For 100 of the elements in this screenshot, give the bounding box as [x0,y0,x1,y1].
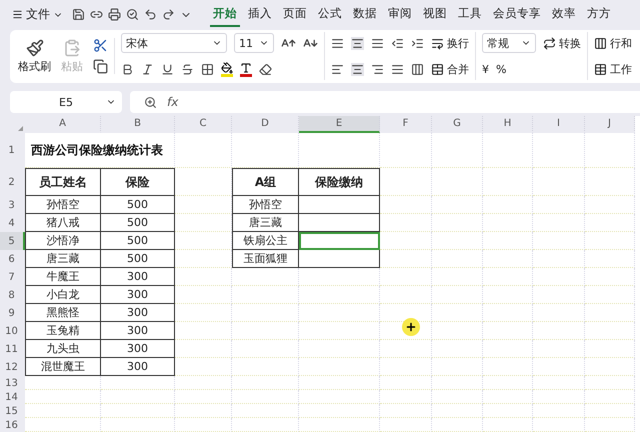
empty-cell[interactable] [483,404,533,418]
ribbon-tab[interactable]: 开始 [210,2,240,28]
empty-cell[interactable] [585,133,635,168]
empty-cell[interactable] [585,322,635,340]
indent-decrease-icon[interactable] [391,36,404,50]
column-header[interactable]: E [299,116,380,133]
empty-cell[interactable] [299,358,380,376]
empty-cell[interactable] [533,304,585,322]
number-format-select[interactable]: 常规 [482,33,536,54]
row-header[interactable]: 13 [0,376,25,390]
empty-cell[interactable] [533,418,585,432]
row-header[interactable]: 5 [0,232,25,250]
empty-cell[interactable] [299,390,380,404]
row-header[interactable]: 3 [0,196,25,214]
empty-cell[interactable] [585,196,635,214]
empty-cell[interactable] [101,390,175,404]
column-header[interactable]: B [101,116,175,133]
empty-cell[interactable] [299,404,380,418]
empty-cell[interactable] [585,304,635,322]
column-header[interactable]: I [533,116,585,133]
empty-cell[interactable] [585,404,635,418]
empty-cell[interactable] [175,418,232,432]
empty-cell[interactable] [585,250,635,268]
empty-cell[interactable] [533,404,585,418]
empty-cell[interactable] [533,168,585,196]
column-header[interactable]: G [432,116,483,133]
strikethrough-icon[interactable] [181,62,194,76]
indent-increase-icon[interactable] [411,36,424,50]
empty-cell[interactable] [432,376,483,390]
percent-button[interactable]: % [496,62,506,76]
empty-cell[interactable] [175,376,232,390]
empty-cell[interactable] [483,268,533,286]
align-middle-icon[interactable] [351,36,364,50]
empty-cell[interactable] [432,133,483,168]
print-icon[interactable] [108,8,121,22]
row-header[interactable]: 8 [0,286,25,304]
active-cell[interactable] [299,232,380,250]
empty-cell[interactable] [585,268,635,286]
empty-cell[interactable] [432,250,483,268]
bold-icon[interactable] [121,62,134,76]
empty-cell[interactable] [483,340,533,358]
row-header[interactable]: 12 [0,358,25,376]
justify-icon[interactable] [391,62,404,76]
empty-cell[interactable] [432,304,483,322]
empty-cell[interactable] [432,214,483,232]
empty-cell[interactable] [585,214,635,232]
empty-cell[interactable] [432,268,483,286]
empty-cell[interactable] [432,358,483,376]
empty-cell[interactable] [585,390,635,404]
empty-cell[interactable] [432,404,483,418]
empty-cell[interactable] [483,358,533,376]
wrap-text-button[interactable]: 换行 [431,36,469,51]
empty-cell[interactable] [299,286,380,304]
font-size-select[interactable]: 11 [234,33,274,54]
merge-button[interactable]: 合并 [431,62,469,77]
empty-cell[interactable] [380,286,432,304]
font-name-select[interactable]: 宋体 [121,33,227,54]
empty-cell[interactable] [175,390,232,404]
empty-cell[interactable] [483,232,533,250]
row-header[interactable]: 9 [0,304,25,322]
column-header[interactable]: J [585,116,635,133]
ribbon-tab[interactable]: 会员专享 [490,2,544,28]
empty-cell[interactable] [380,404,432,418]
table-cell[interactable] [299,214,380,232]
empty-cell[interactable] [380,358,432,376]
empty-cell[interactable] [101,418,175,432]
italic-icon[interactable] [141,62,154,76]
column-header[interactable]: H [483,116,533,133]
empty-cell[interactable] [483,390,533,404]
empty-cell[interactable] [432,286,483,304]
empty-cell[interactable] [533,358,585,376]
currency-button[interactable]: ¥ [482,62,489,76]
align-center-icon[interactable] [351,62,364,76]
row-header[interactable]: 4 [0,214,25,232]
empty-cell[interactable] [533,250,585,268]
empty-cell[interactable] [585,376,635,390]
ribbon-tab[interactable]: 工具 [455,2,485,28]
row-header[interactable]: 1 [0,133,25,168]
ribbon-tab[interactable]: 方方 [584,2,614,28]
empty-cell[interactable] [299,376,380,390]
undo-icon[interactable] [144,8,157,22]
eraser-icon[interactable] [259,62,272,76]
row-header[interactable]: 15 [0,404,25,418]
empty-cell[interactable] [483,376,533,390]
format-painter-icon[interactable] [26,38,44,57]
empty-cell[interactable] [483,304,533,322]
formula-input[interactable]: fx [130,91,640,113]
empty-cell[interactable] [299,340,380,358]
convert-button[interactable]: 转换 [543,36,581,51]
ribbon-tab[interactable]: 数据 [350,2,380,28]
paste-icon[interactable] [63,38,81,57]
name-box[interactable]: E5 [10,91,122,113]
ribbon-tab[interactable]: 插入 [245,2,275,28]
empty-cell[interactable] [175,404,232,418]
empty-cell[interactable] [232,418,299,432]
empty-cell[interactable] [533,286,585,304]
cut-icon[interactable] [93,38,108,54]
empty-cell[interactable] [533,376,585,390]
fill-color-icon[interactable] [221,62,233,77]
empty-cell[interactable] [432,168,483,196]
